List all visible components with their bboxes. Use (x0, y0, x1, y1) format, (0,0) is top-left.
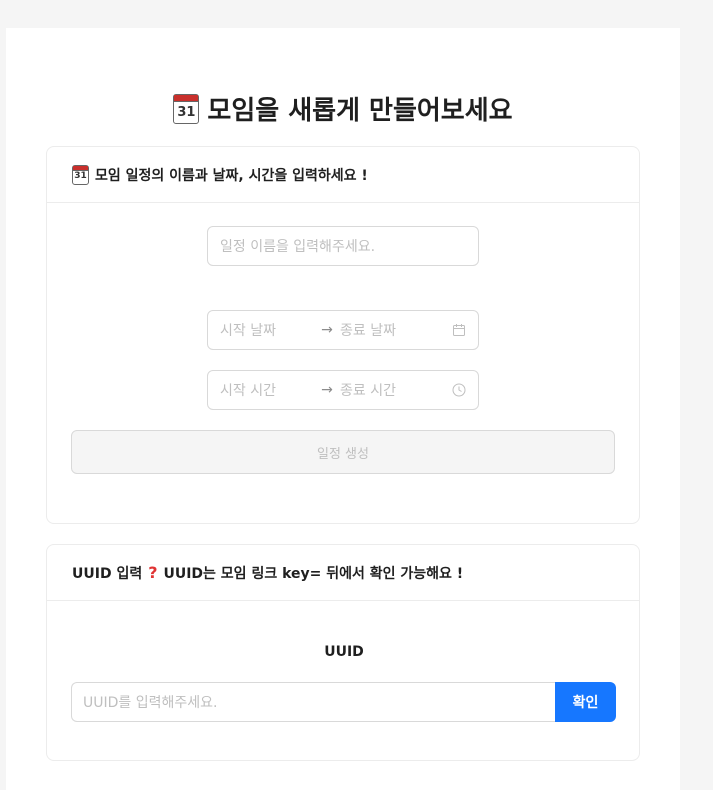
uuid-card-header: UUID 입력 ? UUID는 모임 링크 key= 뒤에서 확인 가능해요 ! (47, 545, 639, 601)
uuid-card-title-suffix: UUID는 모임 링크 key= 뒤에서 확인 가능해요 ! (163, 565, 464, 582)
calendar-icon: 31 (173, 93, 200, 124)
page-container: 31 모임을 새롭게 만들어보세요 31 모임 일정의 이름과 날짜, 시간을 … (6, 28, 680, 790)
start-time-input[interactable]: 시작 시간 (220, 380, 316, 400)
schedule-name-input[interactable]: 일정 이름을 입력해주세요. (207, 226, 479, 266)
end-date-input[interactable]: 종료 날짜 (338, 320, 444, 340)
start-date-input[interactable]: 시작 날짜 (220, 320, 316, 340)
schedule-card-header: 31 모임 일정의 이름과 날짜, 시간을 입력하세요 ! (47, 147, 639, 203)
create-schedule-button[interactable]: 일정 생성 (71, 430, 615, 474)
schedule-card: 31 모임 일정의 이름과 날짜, 시간을 입력하세요 ! 일정 이름을 입력해… (46, 146, 640, 524)
calendar-icon: 31 (72, 164, 89, 185)
uuid-label: UUID (324, 644, 364, 660)
time-range-picker[interactable]: 시작 시간 → 종료 시간 (207, 370, 479, 410)
uuid-card-title-prefix: UUID 입력 (72, 565, 143, 582)
date-range-picker[interactable]: 시작 날짜 → 종료 날짜 (207, 310, 479, 350)
end-time-input[interactable]: 종료 시간 (338, 380, 444, 400)
page-title: 31 모임을 새롭게 만들어보세요 (6, 90, 680, 127)
schedule-card-title: 모임 일정의 이름과 날짜, 시간을 입력하세요 ! (95, 167, 368, 184)
arrow-right-icon: → (321, 322, 333, 338)
calendar-suffix-icon (453, 324, 465, 336)
confirm-button[interactable]: 확인 (555, 682, 616, 722)
arrow-right-icon: → (321, 382, 333, 398)
question-icon: ? (148, 563, 158, 582)
schedule-name-placeholder: 일정 이름을 입력해주세요. (220, 239, 376, 255)
uuid-card: UUID 입력 ? UUID는 모임 링크 key= 뒤에서 확인 가능해요 !… (46, 544, 640, 761)
uuid-input-placeholder: UUID를 입력해주세요. (83, 695, 218, 711)
clock-icon (452, 383, 466, 397)
uuid-input[interactable]: UUID를 입력해주세요. (71, 682, 555, 722)
page-title-text: 모임을 새롭게 만들어보세요 (207, 96, 513, 126)
